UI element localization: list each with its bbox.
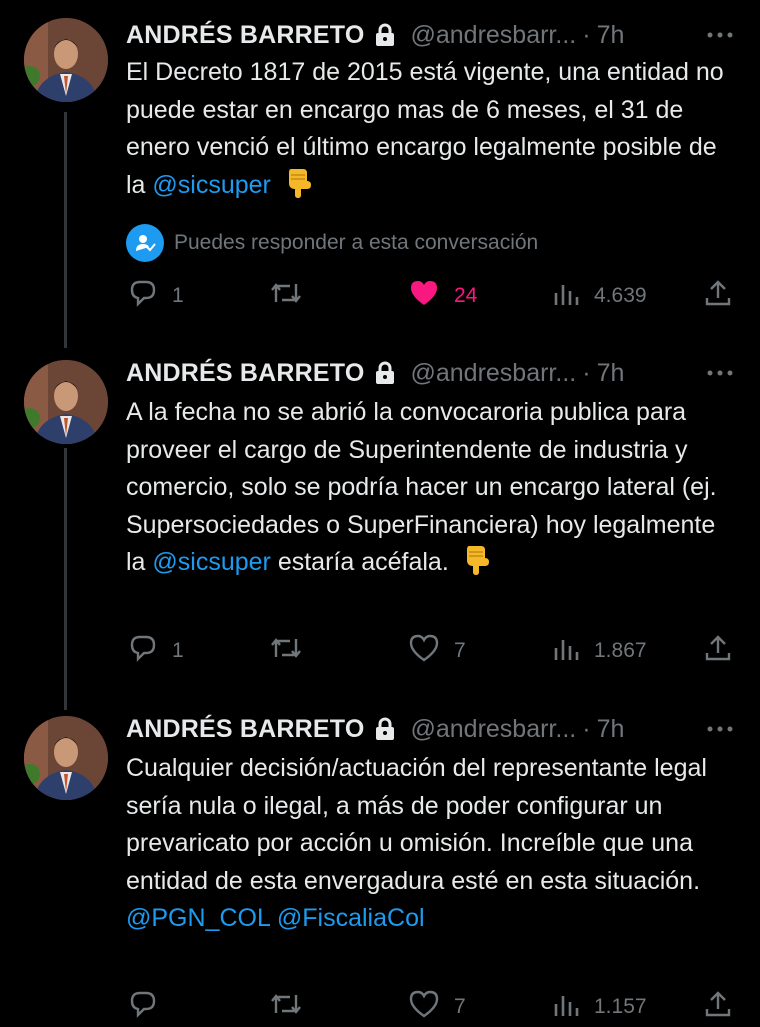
retweet-icon bbox=[270, 633, 302, 669]
reply-count: 1 bbox=[172, 639, 184, 662]
avatar[interactable] bbox=[24, 716, 108, 800]
reply-icon bbox=[128, 278, 158, 314]
more-icon[interactable] bbox=[706, 18, 734, 52]
like-count: 7 bbox=[454, 639, 466, 662]
author-handle[interactable]: @andresbarr... bbox=[410, 359, 576, 388]
separator: · bbox=[582, 714, 591, 743]
mention-link[interactable]: @sicsuper bbox=[152, 171, 270, 199]
lock-icon bbox=[374, 23, 396, 47]
retweet-button[interactable] bbox=[270, 276, 316, 316]
retweet-button[interactable] bbox=[270, 987, 316, 1027]
author-name[interactable]: ANDRÉS BARRETO bbox=[126, 715, 364, 744]
backhand-index-pointing-down-emoji bbox=[285, 167, 313, 211]
like-button[interactable]: 24 bbox=[408, 276, 477, 316]
avatar[interactable] bbox=[24, 18, 108, 102]
views-icon bbox=[552, 279, 580, 313]
views-icon bbox=[552, 990, 580, 1024]
mention-link[interactable]: @PGN_COL bbox=[126, 904, 270, 932]
heart-icon bbox=[408, 278, 440, 314]
user-check-icon bbox=[126, 224, 164, 262]
share-button[interactable] bbox=[704, 276, 732, 316]
separator: · bbox=[582, 358, 591, 387]
share-button[interactable] bbox=[704, 987, 732, 1027]
timestamp[interactable]: 7h bbox=[597, 359, 625, 388]
reply-button[interactable]: 1 bbox=[128, 276, 184, 316]
reply-count: 1 bbox=[172, 284, 184, 307]
timestamp[interactable]: 7h bbox=[597, 715, 625, 744]
mention-link[interactable]: @FiscaliaCol bbox=[277, 904, 425, 932]
reply-permission-text: Puedes responder a esta conversación bbox=[174, 231, 539, 254]
views-button[interactable]: 4.639 bbox=[552, 276, 647, 316]
retweet-icon bbox=[270, 278, 302, 314]
author-handle[interactable]: @andresbarr... bbox=[410, 21, 576, 50]
lock-icon bbox=[374, 361, 396, 385]
tweet[interactable]: ANDRÉS BARRETO @andresbarr... · 7h El De… bbox=[0, 18, 760, 338]
views-button[interactable]: 1.867 bbox=[552, 631, 647, 671]
share-icon bbox=[704, 278, 732, 314]
like-button[interactable]: 7 bbox=[408, 987, 466, 1027]
tweet-actions: 1 7 1.867 bbox=[126, 631, 738, 671]
view-count: 4.639 bbox=[594, 284, 647, 307]
author-handle[interactable]: @andresbarr... bbox=[410, 715, 576, 744]
more-icon[interactable] bbox=[706, 356, 734, 390]
reply-button[interactable]: 1 bbox=[128, 631, 184, 671]
view-count: 1.867 bbox=[594, 639, 647, 662]
tweet-text-body: Cualquier decisión/actuación del represe… bbox=[126, 754, 714, 895]
tweet[interactable]: ANDRÉS BARRETO @andresbarr... · 7h A la … bbox=[0, 356, 760, 686]
timestamp[interactable]: 7h bbox=[597, 21, 625, 50]
tweet-text: Cualquier decisión/actuación del represe… bbox=[126, 750, 738, 938]
like-count: 7 bbox=[454, 995, 466, 1018]
author-name[interactable]: ANDRÉS BARRETO bbox=[126, 359, 364, 388]
retweet-button[interactable] bbox=[270, 631, 316, 671]
view-count: 1.157 bbox=[594, 995, 647, 1018]
more-icon[interactable] bbox=[706, 712, 734, 746]
mention-link[interactable]: @sicsuper bbox=[152, 548, 270, 576]
tweet-actions: 7 1.157 bbox=[126, 987, 738, 1027]
author-name[interactable]: ANDRÉS BARRETO bbox=[126, 21, 364, 50]
like-count: 24 bbox=[454, 284, 478, 307]
views-button[interactable]: 1.157 bbox=[552, 987, 647, 1027]
retweet-icon bbox=[270, 989, 302, 1025]
tweet-text-tail: estaría acéfala. bbox=[270, 548, 449, 576]
tweet-actions: 1 24 4.639 bbox=[126, 276, 738, 316]
heart-icon bbox=[408, 633, 440, 669]
tweet[interactable]: ANDRÉS BARRETO @andresbarr... · 7h Cualq… bbox=[0, 712, 760, 1024]
share-icon bbox=[704, 989, 732, 1025]
lock-icon bbox=[374, 717, 396, 741]
tweet-text: El Decreto 1817 de 2015 está vigente, un… bbox=[126, 54, 738, 210]
backhand-index-pointing-down-emoji bbox=[463, 544, 491, 588]
reply-permission-note: Puedes responder a esta conversación bbox=[126, 224, 538, 262]
views-icon bbox=[552, 634, 580, 668]
avatar[interactable] bbox=[24, 360, 108, 444]
heart-icon bbox=[408, 989, 440, 1025]
like-button[interactable]: 7 bbox=[408, 631, 466, 671]
tweet-text: A la fecha no se abrió la convocaroria p… bbox=[126, 394, 738, 588]
share-icon bbox=[704, 633, 732, 669]
share-button[interactable] bbox=[704, 631, 732, 671]
reply-icon bbox=[128, 633, 158, 669]
reply-button[interactable] bbox=[128, 987, 172, 1027]
reply-icon bbox=[128, 989, 158, 1025]
separator: · bbox=[582, 20, 591, 49]
